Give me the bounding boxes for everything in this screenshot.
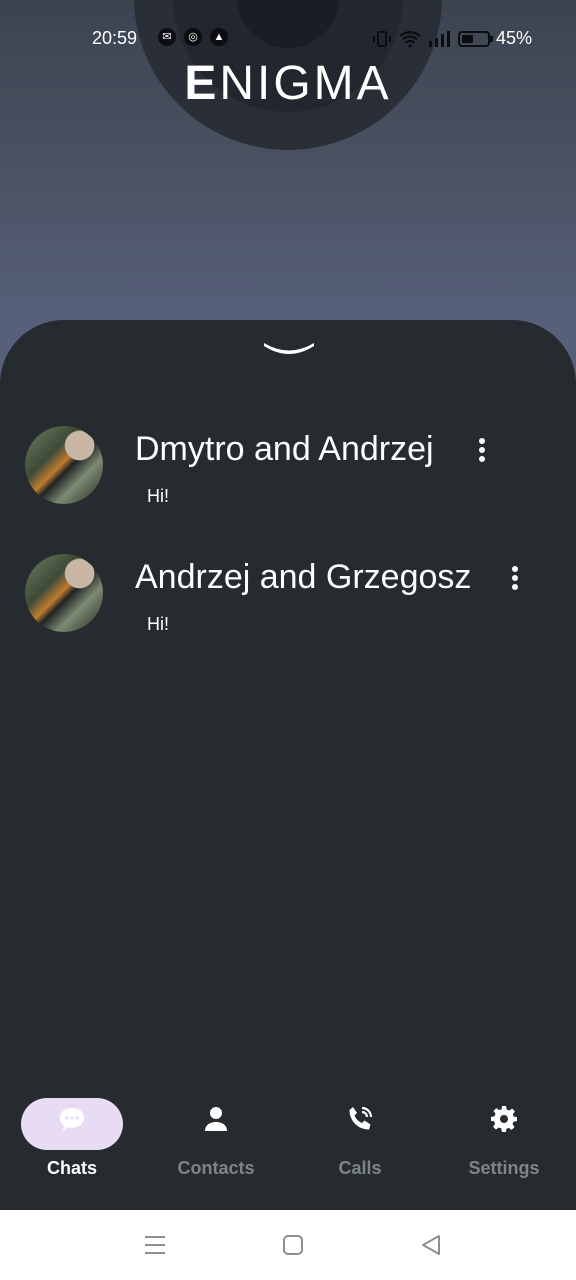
bottom-navigation: Chats Contacts Calls Settings	[0, 1096, 576, 1210]
status-time: 20:59	[92, 28, 138, 48]
more-options-icon[interactable]	[476, 438, 488, 464]
back-icon[interactable]	[420, 1234, 442, 1256]
nav-label-contacts: Contacts	[177, 1158, 255, 1178]
nav-item-contacts[interactable]: Contacts	[144, 1096, 288, 1196]
status-bar: 20:59 ✉ ◎ ▲ 45%	[0, 22, 576, 56]
gear-icon	[491, 1106, 517, 1132]
chat-bubble-icon	[60, 1108, 84, 1130]
nav-item-settings[interactable]: Settings	[432, 1096, 576, 1196]
chat-list-item[interactable]: Dmytro and Andrzej Hi!	[0, 420, 576, 548]
app-icon: ▲	[210, 28, 228, 46]
logo-first-letter: E	[184, 57, 220, 110]
wifi-icon	[399, 30, 421, 48]
nav-label-calls: Calls	[338, 1158, 382, 1178]
chat-last-message: Hi!	[147, 614, 169, 634]
home-icon[interactable]	[282, 1234, 304, 1256]
chat-avatar[interactable]	[25, 426, 103, 504]
chat-list: Dmytro and Andrzej Hi! Andrzej and Grzeg…	[0, 420, 576, 676]
instagram-icon: ◎	[184, 28, 202, 46]
status-indicators: 45%	[372, 28, 532, 49]
recent-apps-icon[interactable]	[144, 1234, 166, 1256]
nav-item-calls[interactable]: Calls	[288, 1096, 432, 1196]
chat-name: Andrzej and Grzegosz	[135, 558, 472, 596]
person-icon	[205, 1107, 227, 1131]
chat-last-message: Hi!	[147, 486, 169, 506]
battery-icon	[458, 30, 493, 47]
battery-percent: 45%	[496, 28, 533, 48]
app-logo: ENIGMA	[0, 56, 576, 111]
vibrate-icon	[373, 30, 391, 47]
system-navigation-bar	[0, 1210, 576, 1280]
chevron-down-icon[interactable]	[262, 340, 316, 356]
chat-sheet: Dmytro and Andrzej Hi! Andrzej and Grzeg…	[0, 320, 576, 1210]
notification-icons: ✉ ◎ ▲	[158, 28, 228, 46]
nav-label-chats: Chats	[46, 1158, 97, 1178]
more-options-icon[interactable]	[509, 566, 521, 592]
chat-name: Dmytro and Andrzej	[135, 430, 434, 468]
battery-level-fill	[462, 34, 473, 43]
nav-label-settings: Settings	[468, 1158, 540, 1178]
logo-rest: NIGMA	[219, 57, 392, 110]
chat-avatar[interactable]	[25, 554, 103, 632]
signal-icon	[429, 30, 450, 47]
phone-icon	[349, 1106, 373, 1130]
nav-item-chats[interactable]: Chats	[0, 1096, 144, 1196]
app-screen: 20:59 ✉ ◎ ▲ 45% ENIGMA Dmytro and Andrze…	[0, 0, 576, 1210]
chat-list-item[interactable]: Andrzej and Grzegosz Hi!	[0, 548, 576, 676]
messenger-icon: ✉	[158, 28, 176, 46]
